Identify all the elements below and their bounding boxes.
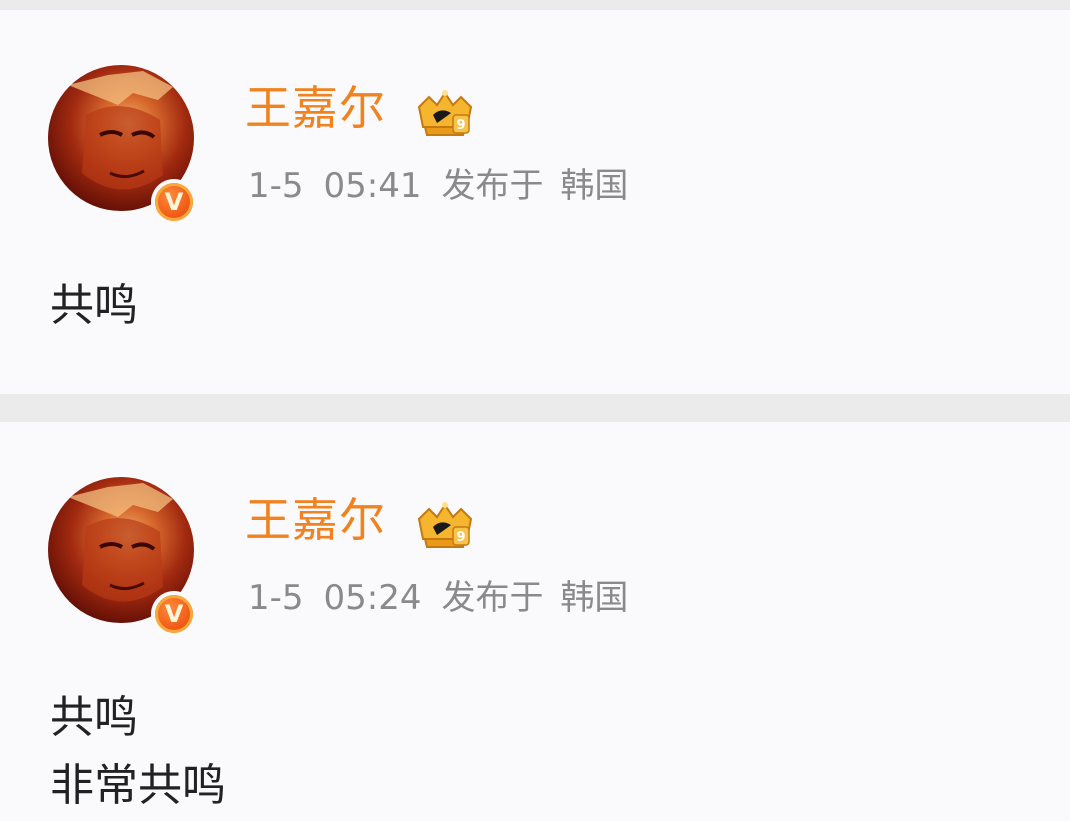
weibo-post[interactable]: V 王嘉尔 9 1-5 05:41 发布于 韩国 共鸣 xyxy=(0,10,1070,394)
post-time: 05:24 xyxy=(323,578,422,618)
content-line: 共鸣 xyxy=(50,280,138,331)
avatar[interactable]: V xyxy=(48,65,197,225)
author-name[interactable]: 王嘉尔 xyxy=(245,78,386,138)
member-level: 9 xyxy=(456,118,465,133)
post-meta: 1-5 05:41 发布于 韩国 xyxy=(248,162,648,210)
avatar[interactable]: V xyxy=(48,477,197,637)
post-time: 05:41 xyxy=(323,166,422,206)
crown-icon[interactable]: 9 xyxy=(413,497,477,551)
crown-icon[interactable]: 9 xyxy=(413,85,477,139)
post-content: 共鸣 xyxy=(50,272,138,340)
post-location: 发布于 韩国 xyxy=(441,578,629,618)
author-name[interactable]: 王嘉尔 xyxy=(245,490,386,550)
post-meta: 1-5 05:24 发布于 韩国 xyxy=(248,574,648,622)
post-content: 共鸣 非常共鸣 xyxy=(50,684,226,820)
member-level: 9 xyxy=(456,530,465,545)
verified-badge: V xyxy=(151,179,197,225)
verified-badge: V xyxy=(151,591,197,637)
post-date: 1-5 xyxy=(248,578,304,618)
content-line: 共鸣 xyxy=(50,692,138,743)
verified-v-icon: V xyxy=(155,183,193,221)
verified-v-icon: V xyxy=(155,595,193,633)
content-line: 非常共鸣 xyxy=(50,760,226,811)
post-date: 1-5 xyxy=(248,166,304,206)
post-location: 发布于 韩国 xyxy=(441,166,629,206)
weibo-post[interactable]: V 王嘉尔 9 1-5 05:24 发布于 韩国 共鸣 非常共鸣 xyxy=(0,422,1070,821)
